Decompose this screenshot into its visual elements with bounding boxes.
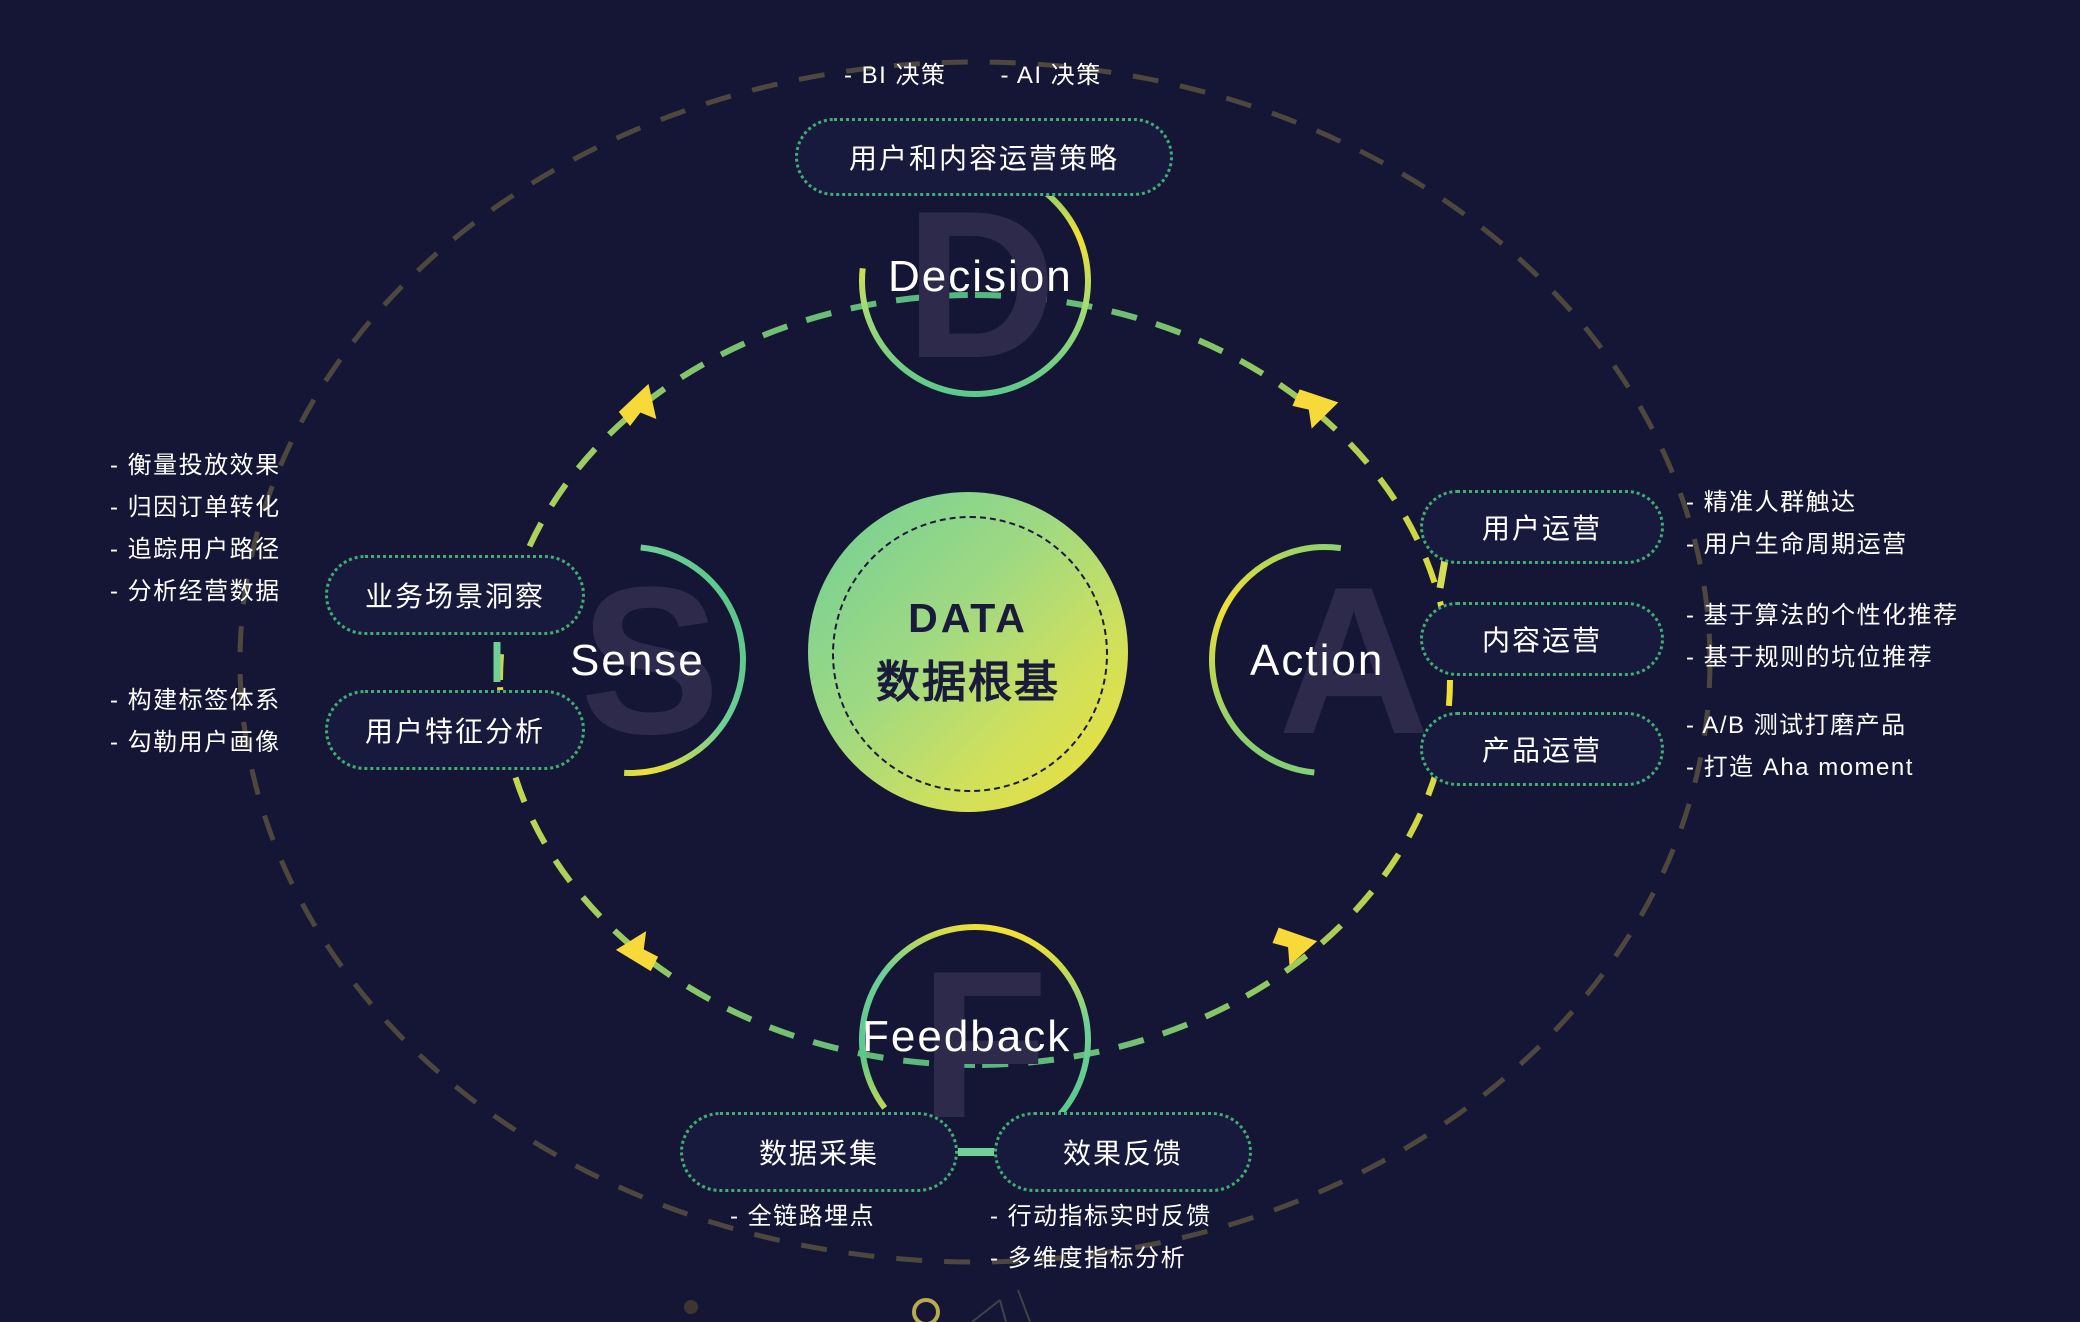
note-item: - 打造 Aha moment (1686, 754, 1914, 781)
arrow-head-sense-to-decision (618, 383, 657, 427)
stage-label-feedback[interactable]: Feedback (862, 1012, 1071, 1062)
note-item: - 勾勒用户画像 (110, 729, 281, 756)
stage-label-action[interactable]: Action (1250, 636, 1384, 686)
arrow-head-action-to-feedback (1272, 927, 1318, 966)
decor-line-3 (1017, 1289, 1031, 1322)
pill-action-content-ops[interactable]: 内容运营 (1420, 602, 1664, 676)
action-notes-user-ops: - 精准人群触达 - 用户生命周期运营 (1686, 482, 1908, 566)
arrow-head-feedback-to-sense (615, 931, 659, 972)
data-core-circle[interactable]: DATA 数据根基 (808, 492, 1128, 812)
pill-sense-business-insight[interactable]: 业务场景洞察 (325, 555, 585, 635)
note-item: - 全链路埋点 (730, 1203, 876, 1230)
note-item: - A/B 测试打磨产品 (1686, 712, 1907, 739)
arrow-head-decision-to-action (1292, 389, 1339, 429)
decor-line-2 (999, 1299, 1007, 1322)
action-notes-content-ops: - 基于算法的个性化推荐 - 基于规则的坑位推荐 (1686, 595, 1959, 679)
decor-line-1 (971, 1299, 1001, 1322)
note-item: - 多维度指标分析 (990, 1245, 1187, 1272)
decision-note-1: - AI 决策 (1000, 62, 1102, 89)
action-notes-product-ops: - A/B 测试打磨产品 - 打造 Aha moment (1686, 705, 1914, 789)
pill-feedback-data-collect[interactable]: 数据采集 (680, 1112, 958, 1192)
pill-feedback-effect[interactable]: 效果反馈 (994, 1112, 1252, 1192)
sense-notes-business-insight: - 衡量投放效果 - 归因订单转化 - 追踪用户路径 - 分析经营数据 (110, 445, 281, 613)
feedback-notes-effect: - 行动指标实时反馈 - 多维度指标分析 (990, 1196, 1212, 1280)
note-item: - 基于规则的坑位推荐 (1686, 644, 1934, 671)
decision-notes: - BI 决策 - AI 决策 (844, 55, 1102, 90)
note-item: - 基于算法的个性化推荐 (1686, 602, 1959, 629)
pill-decision-strategy[interactable]: 用户和内容运营策略 (795, 118, 1173, 196)
note-item: - 行动指标实时反馈 (990, 1203, 1212, 1230)
pill-action-product-ops[interactable]: 产品运营 (1420, 712, 1664, 786)
feedback-notes-data-collect: - 全链路埋点 (730, 1196, 875, 1238)
note-item: - 分析经营数据 (110, 578, 281, 605)
decor-dot (684, 1300, 698, 1314)
note-item: - 精准人群触达 (1686, 489, 1857, 516)
note-item: - 归因订单转化 (110, 494, 281, 521)
stage-label-sense[interactable]: Sense (570, 636, 705, 686)
pill-action-user-ops[interactable]: 用户运营 (1420, 490, 1664, 564)
core-title-en: DATA (908, 594, 1028, 641)
sense-notes-user-profile: - 构建标签体系 - 勾勒用户画像 (110, 680, 281, 764)
note-item: - 构建标签体系 (110, 687, 281, 714)
decor-ring-small (912, 1298, 940, 1322)
pill-sense-user-profile[interactable]: 用户特征分析 (325, 690, 585, 770)
decision-note-0: - BI 决策 (844, 62, 947, 89)
core-title-cn: 数据根基 (876, 657, 1060, 707)
stage-label-decision[interactable]: Decision (888, 252, 1073, 302)
diagram-canvas: - BI 决策 - AI 决策 用户和内容运营策略 D Decision S S… (0, 0, 2080, 1322)
note-item: - 衡量投放效果 (110, 452, 281, 479)
note-item: - 用户生命周期运营 (1686, 531, 1908, 558)
note-item: - 追踪用户路径 (110, 536, 281, 563)
